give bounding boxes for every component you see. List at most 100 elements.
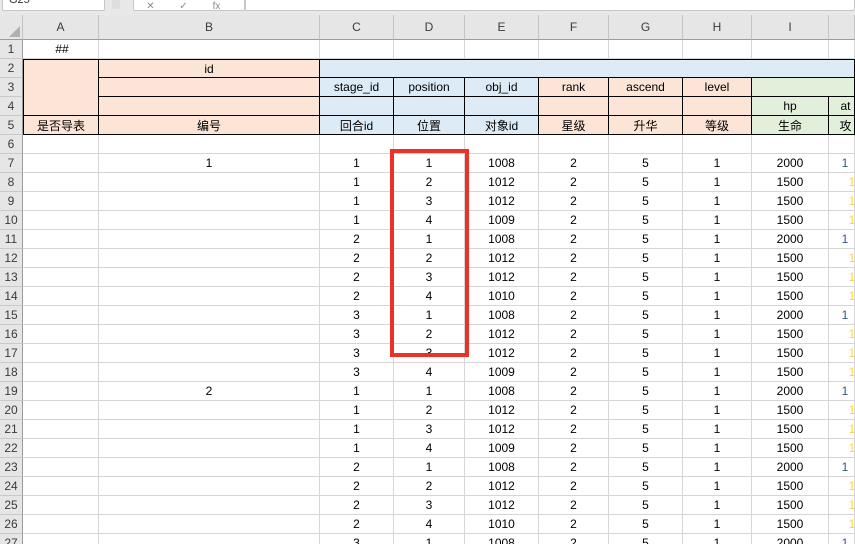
cell-B22[interactable] [99, 439, 320, 458]
name-box[interactable]: G25 [2, 0, 105, 11]
cell-B27[interactable] [99, 534, 320, 544]
row-header-21[interactable]: 21 [0, 420, 23, 439]
cell-I23[interactable]: 2000 [752, 458, 829, 477]
cell-C4[interactable] [320, 97, 394, 116]
row-header-12[interactable]: 12 [0, 249, 23, 268]
cell-G11[interactable]: 5 [609, 230, 683, 249]
cell-D3-position[interactable]: position [394, 78, 465, 97]
row-header-2[interactable]: 2 [0, 59, 23, 78]
cell-B13[interactable] [99, 268, 320, 287]
cell-C16[interactable]: 3 [320, 325, 394, 344]
col-header-D[interactable]: D [394, 15, 465, 40]
cell-D23[interactable]: 1 [394, 458, 465, 477]
cell-E1[interactable] [465, 40, 539, 59]
cell-F27[interactable]: 2 [539, 534, 609, 544]
cell-J25[interactable]: 1 [829, 496, 855, 515]
cell-E18[interactable]: 1009 [465, 363, 539, 382]
cell-E12[interactable]: 1012 [465, 249, 539, 268]
cell-H22[interactable]: 1 [683, 439, 752, 458]
cell-J4-atk-partial[interactable]: at [829, 97, 855, 116]
cell-J16[interactable]: 1 [829, 325, 855, 344]
row-header-17[interactable]: 17 [0, 344, 23, 363]
col-header-C[interactable]: C [320, 15, 394, 40]
cell-G22[interactable]: 5 [609, 439, 683, 458]
cell-J7[interactable]: 1 [829, 154, 855, 173]
cell-A25[interactable] [23, 496, 99, 515]
cell-C19[interactable]: 1 [320, 382, 394, 401]
col-header-F[interactable]: F [539, 15, 609, 40]
cell-B19[interactable]: 2 [99, 382, 320, 401]
cell-E17[interactable]: 1012 [465, 344, 539, 363]
cell-D21[interactable]: 3 [394, 420, 465, 439]
cell-D15[interactable]: 1 [394, 306, 465, 325]
cell-I4-hp[interactable]: hp [752, 97, 829, 116]
cell-B25[interactable] [99, 496, 320, 515]
cell-F18[interactable]: 2 [539, 363, 609, 382]
cell-B3[interactable] [99, 78, 320, 97]
cell-I22[interactable]: 1500 [752, 439, 829, 458]
cell-B2-id[interactable]: id [99, 59, 320, 78]
col-header-E[interactable]: E [465, 15, 539, 40]
cell-E13[interactable]: 1012 [465, 268, 539, 287]
cell-G24[interactable]: 5 [609, 477, 683, 496]
cell-F20[interactable]: 2 [539, 401, 609, 420]
cell-G1[interactable] [609, 40, 683, 59]
col-header-partial[interactable] [829, 15, 855, 40]
cell-I5-hp-cn[interactable]: 生命 [752, 116, 829, 135]
cell-G25[interactable]: 5 [609, 496, 683, 515]
cell-B9[interactable] [99, 192, 320, 211]
cell-D17[interactable]: 3 [394, 344, 465, 363]
cell-B12[interactable] [99, 249, 320, 268]
cell-J26[interactable]: 1 [829, 515, 855, 534]
cell-C9[interactable]: 1 [320, 192, 394, 211]
cell-J9[interactable]: 1 [829, 192, 855, 211]
cell-J5-atk-cn-partial[interactable]: 攻 [829, 116, 855, 135]
row-header-3[interactable]: 3 [0, 78, 23, 97]
cell-F16[interactable]: 2 [539, 325, 609, 344]
cell-D6[interactable] [394, 135, 465, 154]
cell-G9[interactable]: 5 [609, 192, 683, 211]
cell-G23[interactable]: 5 [609, 458, 683, 477]
cell-C1[interactable] [320, 40, 394, 59]
cell-G8[interactable]: 5 [609, 173, 683, 192]
cell-G4[interactable] [609, 97, 683, 116]
cell-F12[interactable]: 2 [539, 249, 609, 268]
cell-C11[interactable]: 2 [320, 230, 394, 249]
cell-D8[interactable]: 2 [394, 173, 465, 192]
select-all-corner[interactable] [0, 15, 23, 40]
row-header-23[interactable]: 23 [0, 458, 23, 477]
row-header-19[interactable]: 19 [0, 382, 23, 401]
cell-I7[interactable]: 2000 [752, 154, 829, 173]
cell-J12[interactable]: 1 [829, 249, 855, 268]
cell-H24[interactable]: 1 [683, 477, 752, 496]
cell-F11[interactable]: 2 [539, 230, 609, 249]
cell-E21[interactable]: 1012 [465, 420, 539, 439]
cell-A27[interactable] [23, 534, 99, 544]
cell-A23[interactable] [23, 458, 99, 477]
cell-D14[interactable]: 4 [394, 287, 465, 306]
cell-A17[interactable] [23, 344, 99, 363]
cell-H13[interactable]: 1 [683, 268, 752, 287]
row-header-26[interactable]: 26 [0, 515, 23, 534]
cell-H6[interactable] [683, 135, 752, 154]
cell-A1[interactable]: ## [23, 40, 99, 59]
cell-I16[interactable]: 1500 [752, 325, 829, 344]
cell-F8[interactable]: 2 [539, 173, 609, 192]
cell-E4[interactable] [465, 97, 539, 116]
cell-G15[interactable]: 5 [609, 306, 683, 325]
cell-H19[interactable]: 1 [683, 382, 752, 401]
cell-E15[interactable]: 1008 [465, 306, 539, 325]
cell-A9[interactable] [23, 192, 99, 211]
cell-G27[interactable]: 5 [609, 534, 683, 544]
cell-B20[interactable] [99, 401, 320, 420]
cell-F1[interactable] [539, 40, 609, 59]
cell-E16[interactable]: 1012 [465, 325, 539, 344]
cell-D25[interactable]: 3 [394, 496, 465, 515]
cell-H20[interactable]: 1 [683, 401, 752, 420]
cell-A6[interactable] [23, 135, 99, 154]
cell-A24[interactable] [23, 477, 99, 496]
cell-C25[interactable]: 2 [320, 496, 394, 515]
cell-C22[interactable]: 1 [320, 439, 394, 458]
cell-F21[interactable]: 2 [539, 420, 609, 439]
cell-J20[interactable]: 1 [829, 401, 855, 420]
